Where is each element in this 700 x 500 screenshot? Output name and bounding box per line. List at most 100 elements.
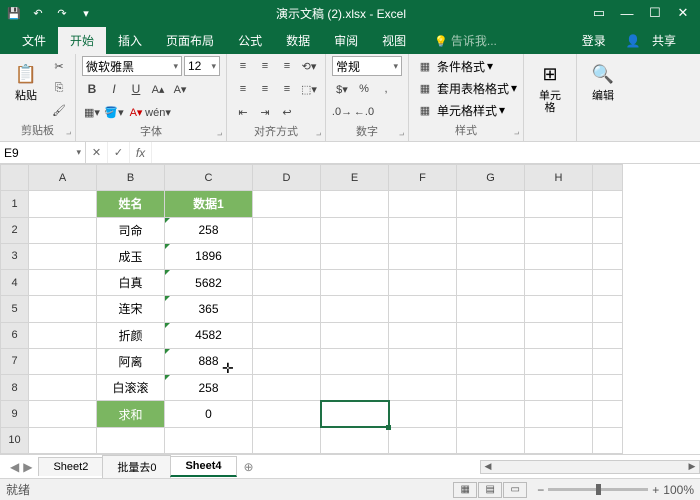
zoom-out-button[interactable]: − [537,483,544,497]
active-cell[interactable] [321,401,389,427]
comma-icon[interactable]: , [376,79,396,99]
phonetic-icon[interactable]: wén▾ [148,102,168,122]
font-size-combo[interactable]: 12▾ [184,56,220,76]
col-header[interactable]: A [29,165,97,191]
close-icon[interactable]: ✕ [670,3,696,23]
conditional-format-button[interactable]: ▦条件格式 ▾ [415,56,493,76]
cell[interactable]: 1896 [165,243,253,269]
cell[interactable]: 5682 [165,270,253,296]
sheet-nav-next-icon[interactable]: ▶ [23,460,32,474]
col-header[interactable] [593,165,623,191]
align-bottom-icon[interactable]: ≡ [277,56,297,76]
col-header[interactable]: H [525,165,593,191]
row-header[interactable]: 10 [1,427,29,453]
bold-button[interactable]: B [82,79,102,99]
qat-dropdown-icon[interactable]: ▾ [76,3,96,23]
row-header[interactable]: 3 [1,243,29,269]
minimize-icon[interactable]: — [614,3,640,23]
sheet-tab[interactable]: Sheet2 [38,457,103,476]
font-name-combo[interactable]: 微软雅黑▾ [82,56,182,76]
tab-insert[interactable]: 插入 [106,27,154,54]
tab-file[interactable]: 文件 [10,27,58,54]
login-button[interactable]: 登录 [574,27,614,54]
sheet-nav-prev-icon[interactable]: ◀ [10,460,19,474]
cell[interactable]: 司命 [97,217,165,243]
fx-icon[interactable]: fx [130,142,152,163]
share-button[interactable]: 👤 共享 [618,27,692,54]
sheet-tab[interactable]: 批量去0 [102,455,171,478]
cell[interactable]: 258 [165,217,253,243]
worksheet-grid[interactable]: A B C D E F G H 1姓名数据1 2司命258 3成玉1896 4白… [0,164,700,454]
cell[interactable]: 阿离 [97,348,165,374]
orientation-icon[interactable]: ⟲▾ [299,56,319,76]
maximize-icon[interactable]: ☐ [642,3,668,23]
tab-view[interactable]: 视图 [370,27,418,54]
format-as-table-button[interactable]: ▦套用表格格式 ▾ [415,78,517,98]
underline-button[interactable]: U [126,79,146,99]
decrease-indent-icon[interactable]: ⇤ [233,102,253,122]
save-icon[interactable]: 💾 [4,3,24,23]
col-header[interactable]: G [457,165,525,191]
cell-styles-button[interactable]: ▦单元格样式 ▾ [415,100,505,120]
scroll-left-icon[interactable]: ◀ [481,461,495,473]
align-right-icon[interactable]: ≡ [277,79,297,99]
tab-formulas[interactable]: 公式 [226,27,274,54]
number-format-combo[interactable]: 常规▾ [332,56,402,76]
copy-icon[interactable]: ⎘ [49,78,69,98]
col-header[interactable]: D [253,165,321,191]
wrap-text-icon[interactable]: ↩ [277,102,297,122]
cells-button[interactable]: ⊞ 单元格 [530,56,570,118]
merge-icon[interactable]: ⬚▾ [299,79,319,99]
col-header[interactable]: F [389,165,457,191]
font-color-icon[interactable]: A▾ [126,102,146,122]
page-layout-view-icon[interactable]: ▤ [478,482,502,498]
shrink-font-icon[interactable]: A▾ [170,79,190,99]
editing-button[interactable]: 🔍 编辑 [583,56,623,106]
cell[interactable]: 折颜 [97,322,165,348]
cell[interactable]: 白滚滚 [97,375,165,401]
select-all-corner[interactable] [1,165,29,191]
decrease-decimal-icon[interactable]: ←.0 [354,102,374,122]
cell[interactable]: 365 [165,296,253,322]
align-left-icon[interactable]: ≡ [233,79,253,99]
align-middle-icon[interactable]: ≡ [255,56,275,76]
col-header[interactable]: C [165,165,253,191]
row-header[interactable]: 4 [1,270,29,296]
row-header[interactable]: 9 [1,401,29,427]
cell[interactable]: 258 [165,375,253,401]
cell[interactable]: 888 [165,348,253,374]
cell[interactable]: 成玉 [97,243,165,269]
currency-icon[interactable]: $▾ [332,79,352,99]
col-header[interactable]: E [321,165,389,191]
ribbon-options-icon[interactable]: ▭ [586,3,612,23]
align-top-icon[interactable]: ≡ [233,56,253,76]
fill-color-icon[interactable]: 🪣▾ [104,102,124,122]
row-header[interactable]: 2 [1,217,29,243]
scroll-right-icon[interactable]: ▶ [685,461,699,473]
tab-home[interactable]: 开始 [58,27,106,54]
name-box[interactable]: E9▾ [0,142,86,163]
row-header[interactable]: 8 [1,375,29,401]
increase-decimal-icon[interactable]: .0→ [332,102,352,122]
cell[interactable]: 求和 [97,401,165,427]
grow-font-icon[interactable]: A▴ [148,79,168,99]
row-header[interactable]: 5 [1,296,29,322]
normal-view-icon[interactable]: ▦ [453,482,477,498]
col-header[interactable]: B [97,165,165,191]
align-center-icon[interactable]: ≡ [255,79,275,99]
border-icon[interactable]: ▦▾ [82,102,102,122]
cell[interactable]: 0 [165,401,253,427]
tab-data[interactable]: 数据 [274,27,322,54]
horizontal-scrollbar[interactable]: ◀▶ [480,460,700,474]
cell[interactable]: 数据1 [165,191,253,217]
paste-button[interactable]: 📋 粘贴 [6,56,46,106]
row-header[interactable]: 1 [1,191,29,217]
tab-review[interactable]: 审阅 [322,27,370,54]
zoom-in-button[interactable]: + [652,483,659,497]
add-sheet-button[interactable]: ⊕ [236,457,262,477]
redo-icon[interactable]: ↷ [52,3,72,23]
zoom-slider[interactable] [548,488,648,491]
percent-icon[interactable]: % [354,79,374,99]
cell[interactable]: 姓名 [97,191,165,217]
tab-layout[interactable]: 页面布局 [154,27,226,54]
